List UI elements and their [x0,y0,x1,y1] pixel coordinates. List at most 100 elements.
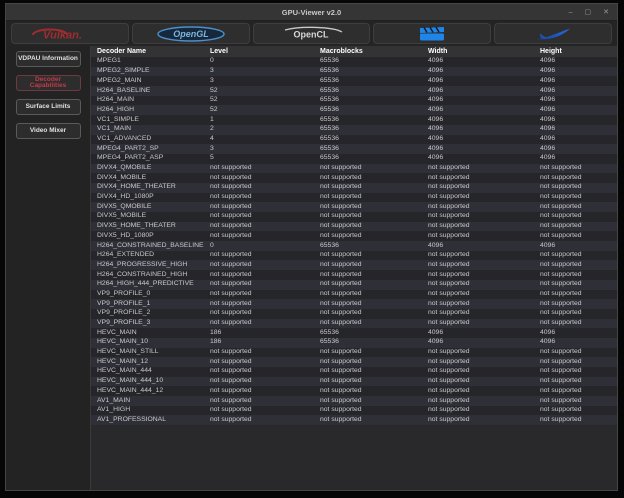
table-row[interactable]: H264_EXTENDEDnot supportednot supportedn… [91,251,617,261]
table-cell: not supported [534,222,617,232]
table-cell: 65536 [314,135,422,145]
table-cell: not supported [534,173,617,183]
table-row[interactable]: VC1_ADVANCED46553640964096 [91,135,617,145]
table-row[interactable]: HEVC_MAIN_101866553640964096 [91,338,617,348]
table-row[interactable]: HEVC_MAIN_STILLnot supportednot supporte… [91,348,617,358]
table-cell: H264_BASELINE [91,86,204,96]
table-row[interactable]: H264_CONSTRAINED_BASELINE06553640964096 [91,241,617,251]
table-row[interactable]: DIVX4_QMOBILEnot supportednot supportedn… [91,164,617,174]
tab-opengl[interactable]: OpenGL [132,23,250,44]
table-cell: 2 [204,125,314,135]
maximize-icon[interactable]: ▢ [585,9,592,16]
table-cell: VP9_PROFILE_3 [91,319,204,329]
sidebar: VDPAU Information Decoder Capabilities Sur… [6,46,91,490]
table-cell: not supported [422,260,534,270]
table-row[interactable]: MPEG4_PART2_ASP56553640964096 [91,154,617,164]
table-row[interactable]: MPEG106553640964096 [91,57,617,67]
table-row[interactable]: H264_MAIN526553640964096 [91,96,617,106]
table-cell: not supported [422,222,534,232]
sidebar-item-video-mixer[interactable]: Video Mixer [16,123,81,139]
table-row[interactable]: DIVX5_HOME_THEATERnot supportednot suppo… [91,222,617,232]
table-row[interactable]: HEVC_MAIN1866553640964096 [91,328,617,338]
table-cell: 186 [204,338,314,348]
sidebar-item-surface-limits[interactable]: Surface Limits [16,99,81,115]
table-cell: not supported [204,183,314,193]
table-row[interactable]: VP9_PROFILE_2not supportednot supportedn… [91,309,617,319]
table-cell: not supported [534,319,617,329]
table-row[interactable]: DIVX5_HD_1080Pnot supportednot supported… [91,231,617,241]
title-bar: GPU-Viewer v2.0 – ▢ ✕ [6,4,617,21]
table-row[interactable]: VP9_PROFILE_1not supportednot supportedn… [91,299,617,309]
table-cell: 186 [204,328,314,338]
table-cell: 0 [204,241,314,251]
table-row[interactable]: H264_CONSTRAINED_HIGHnot supportednot su… [91,270,617,280]
table-row[interactable]: VP9_PROFILE_0not supportednot supportedn… [91,290,617,300]
table-cell: not supported [204,231,314,241]
table-cell: not supported [314,280,422,290]
table-cell: not supported [204,173,314,183]
table-cell: not supported [204,260,314,270]
table-cell: H264_PROGRESSIVE_HIGH [91,260,204,270]
table-cell: DIVX4_HD_1080P [91,193,204,203]
table-cell: not supported [534,251,617,261]
sidebar-item-decoder-capabilities[interactable]: Decoder Capabilities [16,75,81,91]
table-cell: HEVC_MAIN_444_10 [91,377,204,387]
table-row[interactable]: DIVX5_QMOBILEnot supportednot supportedn… [91,202,617,212]
table-cell: not supported [204,280,314,290]
table-row[interactable]: HEVC_MAIN_444_10not supportednot support… [91,377,617,387]
table-row[interactable]: HEVC_MAIN_444_12not supportednot support… [91,386,617,396]
table-row[interactable]: H264_HIGH526553640964096 [91,105,617,115]
table-cell: 52 [204,86,314,96]
table-cell: 65536 [314,57,422,67]
table-cell: not supported [314,251,422,261]
table-row[interactable]: DIVX5_MOBILEnot supportednot supportedno… [91,212,617,222]
table-cell: 4096 [534,144,617,154]
table-cell: 4096 [534,328,617,338]
table-cell: VC1_ADVANCED [91,135,204,145]
table-row[interactable]: AV1_MAINnot supportednot supportednot su… [91,396,617,406]
table-cell: not supported [422,202,534,212]
table-row[interactable]: VP9_PROFILE_3not supportednot supportedn… [91,319,617,329]
table-cell: VP9_PROFILE_0 [91,290,204,300]
table-row[interactable]: HEVC_MAIN_12not supportednot supportedno… [91,357,617,367]
table-cell: 4096 [422,76,534,86]
table-cell: 4096 [534,57,617,67]
decoder-table: Decoder NameLevelMacroblocksWidthHeight … [91,46,617,425]
table-row[interactable]: MPEG4_PART2_SP36553640964096 [91,144,617,154]
table-row[interactable]: AV1_HIGHnot supportednot supportednot su… [91,406,617,416]
table-row[interactable]: HEVC_MAIN_444not supportednot supportedn… [91,367,617,377]
tab-vdpau[interactable] [373,23,491,44]
table-cell: not supported [314,222,422,232]
table-row[interactable]: H264_BASELINE526553640964096 [91,86,617,96]
table-cell: not supported [422,251,534,261]
table-cell: not supported [204,348,314,358]
table-cell: VP9_PROFILE_1 [91,299,204,309]
table-cell: not supported [204,319,314,329]
table-row[interactable]: DIVX4_HD_1080Pnot supportednot supported… [91,193,617,203]
table-cell: not supported [534,377,617,387]
table-row[interactable]: MPEG2_SIMPLE36553640964096 [91,67,617,77]
table-row[interactable]: MPEG2_MAIN36553640964096 [91,76,617,86]
table-row[interactable]: AV1_PROFESSIONALnot supportednot support… [91,415,617,425]
minimize-icon[interactable]: – [569,9,573,16]
vdpau-clapperboard-logo [417,26,447,42]
close-icon[interactable]: ✕ [603,9,609,16]
table-row[interactable]: VC1_MAIN26553640964096 [91,125,617,135]
table-row[interactable]: DIVX4_HOME_THEATERnot supportednot suppo… [91,183,617,193]
table-cell: not supported [534,396,617,406]
table-cell: HEVC_MAIN [91,328,204,338]
column-header: Width [422,46,534,57]
tab-opencl[interactable]: OpenCL [253,23,371,44]
table-cell: not supported [314,396,422,406]
tab-vaapi[interactable] [494,23,612,44]
table-cell: 4096 [422,57,534,67]
table-row[interactable]: DIVX4_MOBILEnot supportednot supportedno… [91,173,617,183]
table-cell: 4096 [534,135,617,145]
tab-vulkan[interactable]: Vulkan. [11,23,129,44]
table-row[interactable]: H264_HIGH_444_PREDICTIVEnot supportednot… [91,280,617,290]
table-cell: HEVC_MAIN_10 [91,338,204,348]
table-row[interactable]: VC1_SIMPLE16553640964096 [91,115,617,125]
table-row[interactable]: H264_PROGRESSIVE_HIGHnot supportednot su… [91,260,617,270]
table-cell: H264_EXTENDED [91,251,204,261]
sidebar-item-vdpau-information[interactable]: VDPAU Information [16,51,81,67]
